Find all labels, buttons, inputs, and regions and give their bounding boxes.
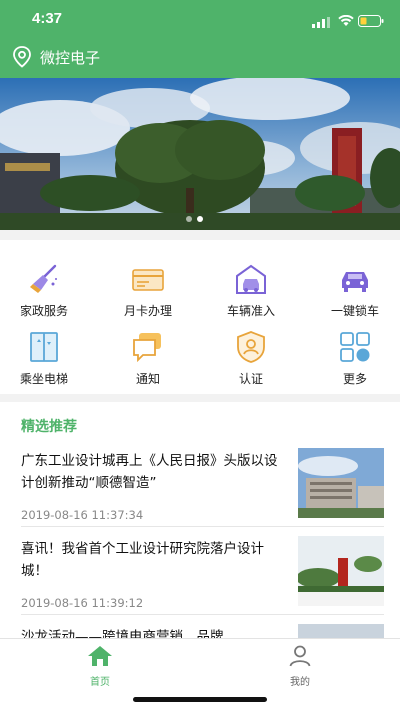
news-item[interactable]: 广东工业设计城再上《人民日报》头版以设计创新推动“顺德智造” 2019-08-1… (0, 448, 400, 538)
news-title: 喜讯！我省首个工业设计研究院落户设计城！ (21, 541, 264, 579)
service-elevator[interactable]: 乘坐电梯 (0, 330, 94, 387)
service-label: 通知 (135, 372, 160, 386)
home-indicator[interactable] (133, 697, 267, 702)
elevator-icon (27, 330, 61, 364)
card-icon (131, 262, 165, 296)
status-time: 4:37 (32, 10, 63, 27)
shield-user-icon (234, 330, 268, 364)
tab-profile[interactable]: 我的 (270, 645, 330, 688)
banner-image (0, 78, 400, 230)
broom-icon (27, 262, 61, 296)
grid-more-icon (338, 330, 372, 364)
status-bar: 4:37 (0, 0, 400, 36)
service-label: 家政服务 (19, 304, 68, 318)
service-vehicle-access[interactable]: 车辆准入 (201, 262, 301, 319)
carousel-dots (186, 216, 203, 222)
news-thumbnail (298, 624, 384, 638)
home-icon (70, 645, 130, 671)
battery-icon (358, 12, 384, 31)
news-item[interactable]: 喜讯！我省首个工业设计研究院落户设计城！ 2019-08-16 11:39:12 (0, 536, 400, 626)
news-thumbnail (298, 448, 384, 518)
service-monthly-card[interactable]: 月卡办理 (98, 262, 198, 319)
location-label: 微控电子 (40, 49, 101, 67)
service-more[interactable]: 更多 (305, 330, 400, 387)
services-grid: 家政服务 月卡办理 车辆准入 一键锁车 乘坐电梯 通知 认证 更多 (0, 240, 400, 394)
service-label: 一键锁车 (330, 304, 379, 318)
wifi-icon (338, 12, 354, 31)
news-item[interactable]: 沙龙活动——跨境电商营销、品牌 (0, 624, 400, 638)
car-lock-icon (338, 262, 372, 296)
service-label: 认证 (238, 372, 263, 386)
news-thumbnail (298, 536, 384, 606)
divider (21, 526, 384, 527)
carousel-dot-active[interactable] (197, 216, 203, 222)
news-title: 沙龙活动——跨境电商营销、品牌 (21, 629, 224, 638)
service-lock-car[interactable]: 一键锁车 (305, 262, 400, 319)
tab-label: 首页 (90, 677, 110, 688)
divider (21, 614, 384, 615)
service-label: 更多 (342, 372, 367, 386)
banner-carousel[interactable] (0, 78, 400, 230)
signal-icon (312, 13, 330, 32)
section-title: 精选推荐 (21, 419, 77, 435)
bottom-tab-bar: 首页 我的 (0, 638, 400, 710)
service-label: 月卡办理 (123, 304, 172, 318)
news-date: 2019-08-16 11:39:12 (21, 596, 144, 610)
message-icon (131, 330, 165, 364)
user-icon (270, 645, 330, 671)
service-label: 乘坐电梯 (19, 372, 68, 386)
location-header[interactable]: 微控电子 (0, 36, 400, 78)
service-label: 车辆准入 (226, 304, 275, 318)
tab-label: 我的 (290, 677, 310, 688)
map-pin-icon (12, 46, 32, 72)
service-verify[interactable]: 认证 (201, 330, 301, 387)
news-title: 广东工业设计城再上《人民日报》头版以设计创新推动“顺德智造” (21, 453, 278, 491)
carousel-dot[interactable] (186, 216, 192, 222)
service-housekeeping[interactable]: 家政服务 (0, 262, 94, 319)
recommend-section: 精选推荐 广东工业设计城再上《人民日报》头版以设计创新推动“顺德智造” 2019… (0, 402, 400, 638)
service-notice[interactable]: 通知 (98, 330, 198, 387)
garage-car-icon (234, 262, 268, 296)
tab-home[interactable]: 首页 (70, 645, 130, 688)
news-date: 2019-08-16 11:37:34 (21, 508, 144, 522)
